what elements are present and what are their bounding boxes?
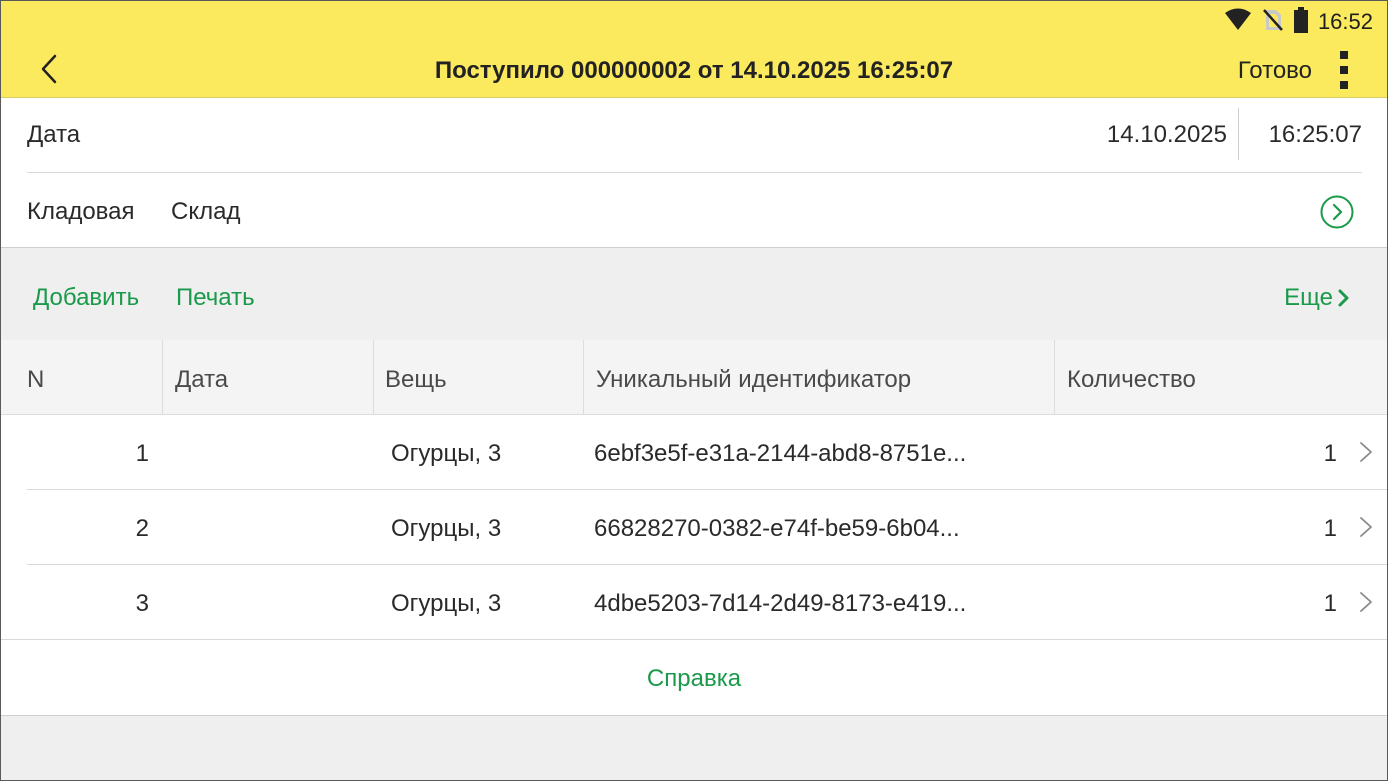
cell-item: Огурцы, 3 xyxy=(391,515,502,542)
header-bar: 16:52 Поступило 000000002 от 14.10.2025 … xyxy=(1,1,1387,98)
table-body: 1 Огурцы, 3 6ebf3e5f-e31a-2144-abd8-8751… xyxy=(1,415,1387,640)
cell-uid: 4dbe5203-7d14-2d49-8173-e419... xyxy=(594,590,967,617)
column-header-quantity[interactable]: Количество xyxy=(1067,340,1196,414)
battery-icon xyxy=(1293,6,1308,38)
circle-chevron-right-icon[interactable] xyxy=(1320,195,1354,229)
done-button[interactable]: Готово xyxy=(1238,57,1312,85)
cell-n: 1 xyxy=(135,440,149,467)
more-label: Еще xyxy=(1284,284,1333,311)
cell-n: 2 xyxy=(135,515,149,542)
page-title: Поступило 000000002 от 14.10.2025 16:25:… xyxy=(434,57,954,84)
status-time: 16:52 xyxy=(1317,9,1373,34)
print-button[interactable]: Печать xyxy=(176,284,255,312)
column-header-date[interactable]: Дата xyxy=(175,340,228,414)
table-row[interactable]: 2 Огурцы, 3 66828270-0382-e74f-be59-6b04… xyxy=(1,490,1387,565)
date-label: Дата xyxy=(27,121,81,148)
date-row: Дата 14.10.2025 16:25:07 xyxy=(27,98,1362,173)
bottom-panel xyxy=(1,716,1387,780)
cell-item: Огурцы, 3 xyxy=(391,440,502,467)
chevron-right-icon xyxy=(1360,442,1372,462)
column-header-item[interactable]: Вещь xyxy=(385,340,447,414)
cell-n: 3 xyxy=(135,590,149,617)
date-field[interactable]: 14.10.2025 xyxy=(1107,121,1227,149)
column-divider xyxy=(373,340,374,414)
table-row[interactable]: 1 Огурцы, 3 6ebf3e5f-e31a-2144-abd8-8751… xyxy=(1,415,1387,490)
cell-uid: 6ebf3e5f-e31a-2144-abd8-8751e... xyxy=(594,440,967,467)
cell-quantity: 1 xyxy=(1323,515,1337,542)
add-button[interactable]: Добавить xyxy=(33,284,139,312)
table-row[interactable]: 3 Огурцы, 3 4dbe5203-7d14-2d49-8173-e419… xyxy=(1,565,1387,640)
store-row: Кладовая Склад xyxy=(27,173,1362,247)
column-divider xyxy=(583,340,584,414)
table-header: N Дата Вещь Уникальный идентификатор Кол… xyxy=(1,340,1387,415)
cell-uid: 66828270-0382-e74f-be59-6b04... xyxy=(594,515,960,542)
chevron-right-icon xyxy=(1360,517,1372,537)
no-sim-icon xyxy=(1262,8,1284,37)
command-bar: Добавить Печать Еще xyxy=(1,247,1387,341)
cell-item: Огурцы, 3 xyxy=(391,590,502,617)
app-frame: 16:52 Поступило 000000002 от 14.10.2025 … xyxy=(0,0,1388,781)
column-divider xyxy=(162,340,163,414)
store-field[interactable]: Склад xyxy=(171,198,240,226)
cell-quantity: 1 xyxy=(1323,590,1337,617)
help-area: Справка xyxy=(1,641,1387,716)
column-header-uid[interactable]: Уникальный идентификатор xyxy=(596,340,911,414)
status-bar: 16:52 xyxy=(1224,6,1373,38)
store-label: Кладовая xyxy=(27,198,135,225)
column-header-n[interactable]: N xyxy=(27,340,44,414)
column-divider xyxy=(1054,340,1055,414)
chevron-right-icon xyxy=(1360,592,1372,612)
help-button[interactable]: Справка xyxy=(1,665,1387,693)
date-time-divider xyxy=(1238,108,1239,160)
more-vert-icon[interactable] xyxy=(1336,51,1352,89)
chevron-right-icon xyxy=(1338,289,1349,307)
more-button[interactable]: Еще xyxy=(1284,284,1351,312)
cell-quantity: 1 xyxy=(1323,440,1337,467)
wifi-icon xyxy=(1224,8,1252,37)
time-field[interactable]: 16:25:07 xyxy=(1269,121,1362,149)
